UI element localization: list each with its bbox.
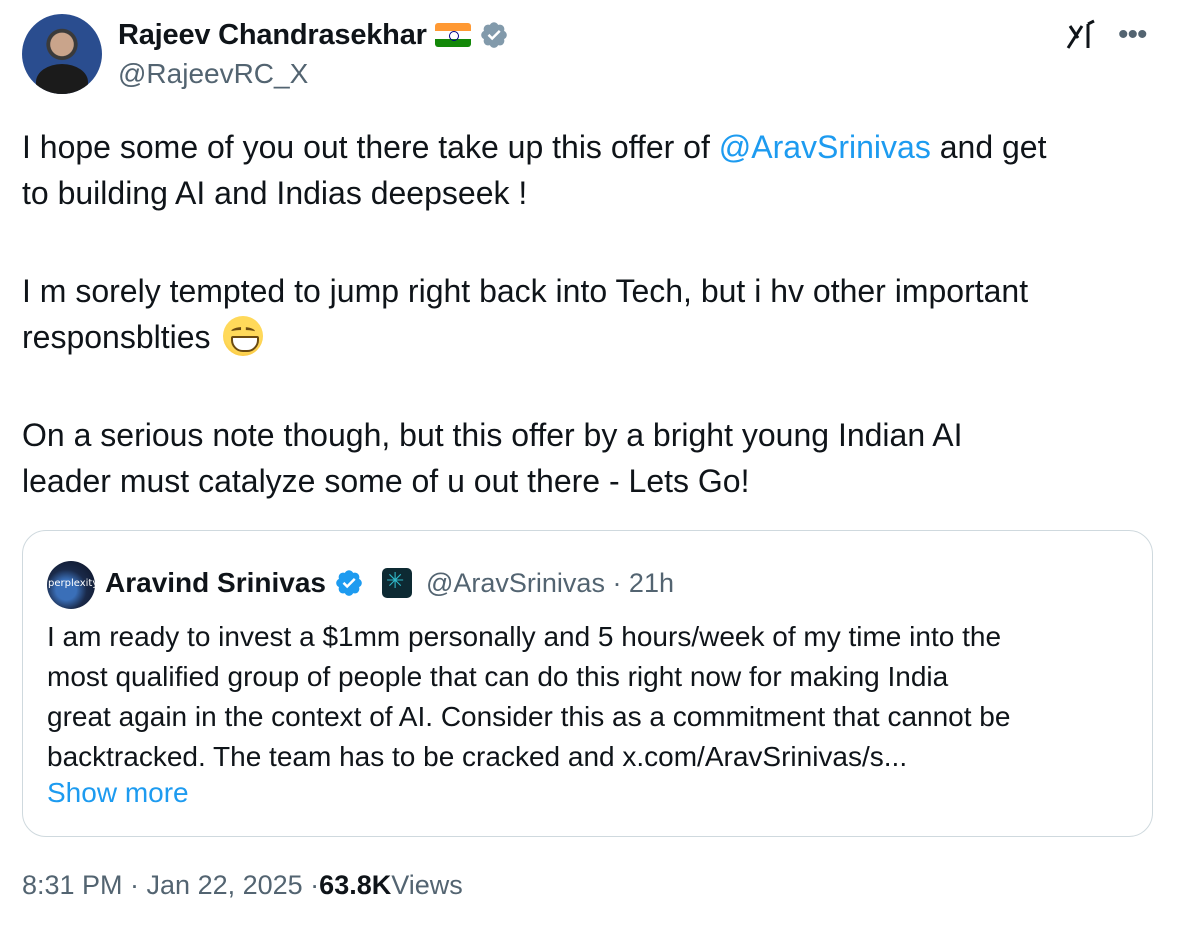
body-line: to building AI and Indias deepseek ! [22, 175, 528, 211]
grinning-face-emoji-icon [223, 316, 264, 356]
body-text-segment: I hope some of you out there take up thi… [22, 129, 719, 165]
body-text-segment: and get [930, 129, 1047, 165]
quote-line: most qualified group of people that can … [47, 661, 949, 692]
tweet: Rajeev Chandrasekhar @RajeevRC_X ••• I h… [0, 0, 1186, 936]
verified-badge-icon[interactable] [334, 568, 364, 598]
quote-line: I am ready to invest a $1mm personally a… [47, 621, 1002, 652]
views-label: Views [391, 870, 463, 900]
views-count: 63.8K [319, 870, 392, 900]
grok-icon[interactable] [1064, 18, 1098, 52]
author-name-row: Rajeev Chandrasekhar [118, 17, 509, 53]
author-handle[interactable]: @RajeevRC_X [118, 58, 308, 90]
timestamp[interactable]: 8:31 PM · Jan 22, 2025 · [22, 870, 319, 901]
quote-handle-time: @AravSrinivas · 21h [425, 567, 674, 598]
body-line: leader must catalyze some of u out there… [22, 463, 750, 499]
tweet-footer: 8:31 PM · Jan 22, 2025 · 63.8K Views [22, 870, 463, 901]
quote-line: great again in the context of AI. Consid… [47, 701, 1011, 732]
author-avatar[interactable] [22, 14, 102, 94]
perplexity-affiliate-icon[interactable] [381, 568, 412, 598]
quote-author-avatar[interactable]: perplexity [47, 561, 95, 609]
quote-body: I am ready to invest a $1mm personally a… [47, 617, 1137, 777]
mention-link[interactable]: @AravSrinivas [719, 129, 931, 165]
more-options-icon[interactable]: ••• [1118, 20, 1152, 50]
verified-badge-icon[interactable] [479, 20, 509, 50]
india-flag-icon [434, 23, 471, 47]
quote-line: backtracked. The team has to be cracked … [47, 741, 908, 772]
body-line: I hope some of you out there take up thi… [22, 124, 1162, 170]
quote-header: Aravind Srinivas @AravSrinivas · 21h [105, 565, 674, 601]
quote-author-name[interactable]: Aravind Srinivas [105, 567, 326, 599]
quote-avatar-text: perplexity [48, 578, 95, 589]
tweet-body: I hope some of you out there take up thi… [22, 124, 1162, 504]
body-text-segment: responsblties [22, 319, 211, 355]
quoted-tweet[interactable]: perplexity Aravind Srinivas @AravSriniva… [22, 530, 1153, 837]
body-line: On a serious note though, but this offer… [22, 417, 963, 453]
body-line: responsblties [22, 314, 1162, 360]
body-line: I m sorely tempted to jump right back in… [22, 273, 1029, 309]
author-display-name[interactable]: Rajeev Chandrasekhar [118, 19, 427, 52]
show-more-link[interactable]: Show more [47, 773, 189, 813]
